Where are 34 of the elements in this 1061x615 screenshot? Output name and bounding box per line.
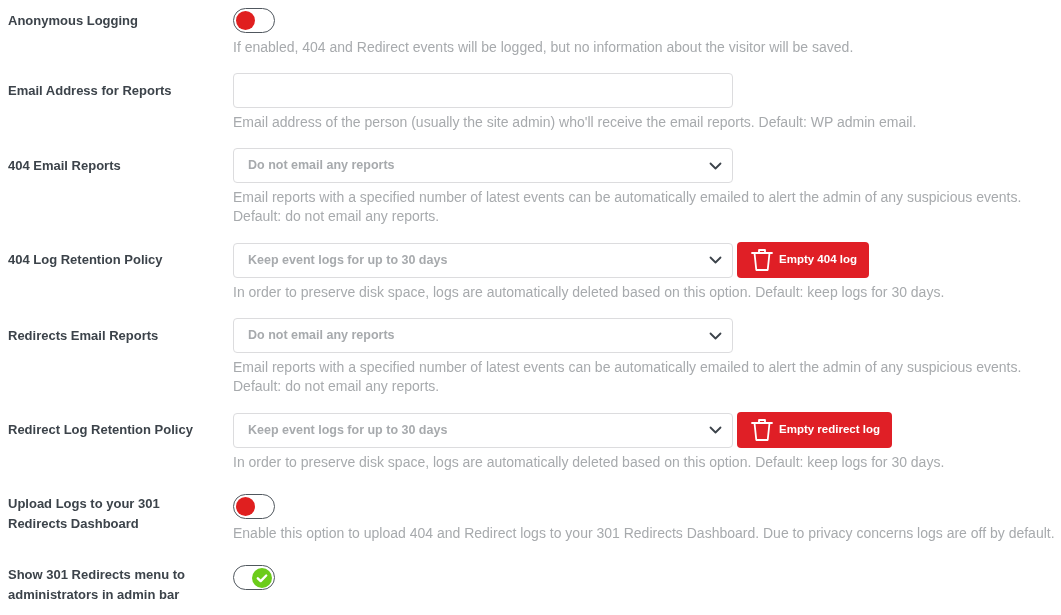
dropdown[interactable]: Keep event logs for up to 30 days xyxy=(233,412,733,448)
help-text: If enabled, 404 and Redirect events will be logged, but no information about the visitor will be saved. xyxy=(233,38,855,57)
trash-icon xyxy=(751,418,773,442)
empty-log-button[interactable]: Empty redirect log xyxy=(737,412,892,448)
help-text: In order to preserve disk space, logs are automatically deleted based on this option. Default: keep logs for 30 days. xyxy=(233,453,946,472)
setting-label: Upload Logs to your 301 Redirects Dashboard xyxy=(8,495,161,533)
setting-label: Show 301 Redirects menu to administrators in admin bar xyxy=(8,566,186,604)
toggle-switch[interactable] xyxy=(233,565,275,590)
help-text: Email address of the person (usually the site admin) who'll receive the email reports. Default: WP admin email. xyxy=(233,113,918,132)
help-text: Email reports with a specified number of latest events can be automatically emailed to alert the admin of any suspicious events. Default: do not email any reports. xyxy=(233,188,1023,226)
setting-label: Email Address for Reports xyxy=(8,81,172,100)
check-icon xyxy=(252,567,272,588)
dropdown[interactable]: Keep event logs for up to 30 days xyxy=(233,242,733,278)
toggle-knob xyxy=(236,497,255,516)
help-text: Email reports with a specified number of latest events can be automatically emailed to alert the admin of any suspicious events. Default: do not email any reports. xyxy=(233,358,1023,396)
setting-label: 404 Log Retention Policy xyxy=(8,250,163,269)
trash-icon xyxy=(751,248,773,272)
chevron-down-icon xyxy=(709,161,722,170)
toggle-switch[interactable] xyxy=(233,494,275,519)
setting-label: 404 Email Reports xyxy=(8,156,121,175)
empty-log-button[interactable]: Empty 404 log xyxy=(737,242,869,278)
chevron-down-icon xyxy=(709,256,722,264)
toggle-switch[interactable] xyxy=(233,8,275,33)
chevron-down-icon xyxy=(709,331,722,340)
setting-label: Redirects Email Reports xyxy=(8,326,159,345)
email-input[interactable] xyxy=(233,73,733,108)
setting-label: Redirect Log Retention Policy xyxy=(8,420,193,439)
dropdown[interactable]: Do not email any reports xyxy=(233,318,733,353)
setting-label: Anonymous Logging xyxy=(8,11,138,30)
help-text: Enable this option to upload 404 and Redirect logs to your 301 Redirects Dashboard. Due to privacy concerns logs are off by default. xyxy=(233,524,1056,543)
chevron-down-icon xyxy=(709,426,722,434)
dropdown[interactable]: Do not email any reports xyxy=(233,148,733,183)
help-text: In order to preserve disk space, logs are automatically deleted based on this option. Default: keep logs for 30 days. xyxy=(233,283,946,302)
toggle-knob xyxy=(236,11,255,30)
